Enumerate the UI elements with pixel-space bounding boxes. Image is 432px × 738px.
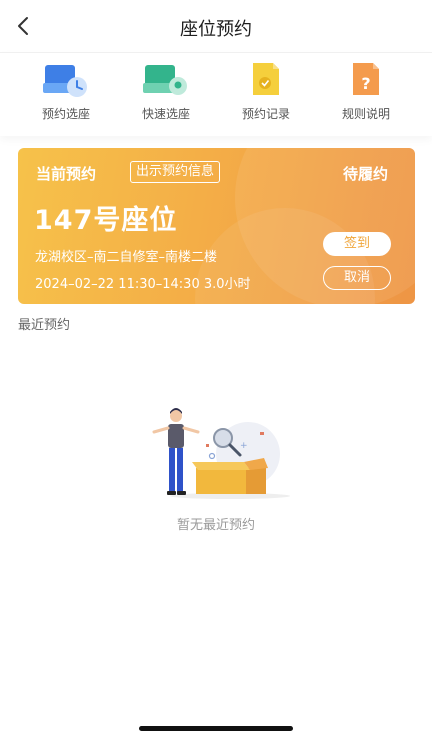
checkin-button[interactable]: 签到 [323, 232, 391, 256]
shortcut-label: 预约记录 [241, 107, 290, 121]
quick-seat-icon [143, 65, 187, 95]
shortcut-rules[interactable]: ? 规则说明 [316, 61, 416, 122]
home-indicator[interactable] [139, 726, 293, 731]
seat-location: 龙湖校区–南二自修室–南楼二楼 [35, 250, 218, 265]
empty-state-illustration: + [140, 404, 300, 504]
shortcut-records[interactable]: 预约记录 [216, 61, 316, 122]
current-reservation-card: 当前预约 出示预约信息 待履约 147号座位 龙湖校区–南二自修室–南楼二楼 2… [18, 148, 415, 304]
shortcut-bar: 预约选座 快速选座 预约记录 ? 规则说明 [0, 52, 432, 136]
reservation-time: 2024–02–22 11:30–14:30 3.0小时 [35, 277, 251, 292]
svg-text:+: + [240, 441, 248, 451]
calendar-seat-icon [43, 65, 87, 97]
shortcut-quick-seat[interactable]: 快速选座 [116, 61, 216, 122]
status-badge: 待履约 [342, 165, 388, 183]
empty-state-text: 暂无最近预约 [176, 518, 255, 533]
shortcut-label: 预约选座 [41, 107, 90, 121]
rules-icon: ? [353, 63, 379, 95]
show-info-button[interactable]: 出示预约信息 [130, 161, 221, 183]
svg-text:?: ? [361, 74, 370, 93]
cancel-button[interactable]: 取消 [323, 266, 391, 290]
current-reservation-label: 当前预约 [36, 165, 97, 183]
shortcut-label: 快速选座 [141, 107, 190, 121]
top-navbar: 座位预约 [0, 0, 432, 52]
page-title: 座位预约 [180, 19, 252, 40]
seat-number: 147号座位 [34, 205, 178, 236]
shortcut-reserve-seat[interactable]: 预约选座 [16, 61, 116, 122]
recent-section-title: 最近预约 [18, 318, 71, 333]
shortcut-label: 规则说明 [341, 107, 390, 121]
record-icon [253, 63, 279, 95]
